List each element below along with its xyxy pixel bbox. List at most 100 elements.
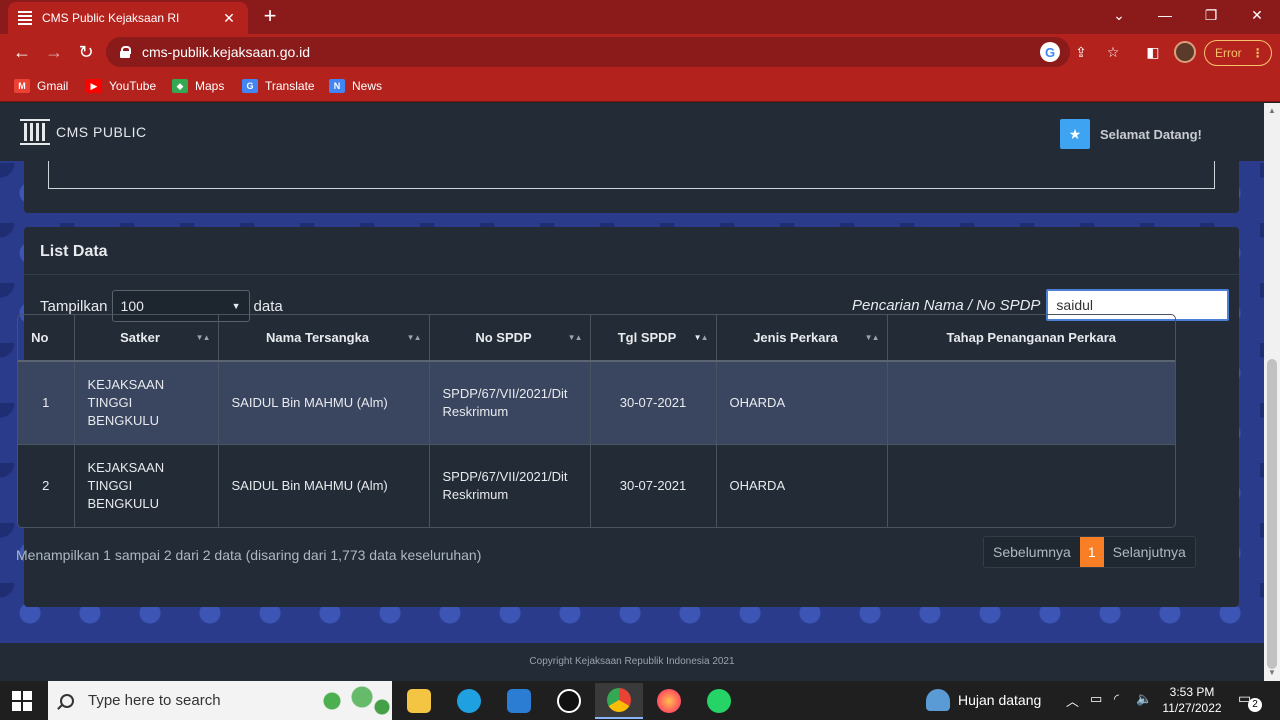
sort-icon: ▼▲: [864, 333, 880, 342]
column-header-satker[interactable]: Satker ▼▲: [74, 315, 219, 362]
notification-count: 2: [1248, 698, 1262, 712]
bookmark-youtube[interactable]: ▶ YouTube: [86, 76, 156, 96]
cell-spdp: SPDP/67/VII/2021/Dit Reskrimum: [429, 444, 591, 527]
windows-start-icon[interactable]: [12, 691, 32, 711]
forward-button[interactable]: →: [42, 40, 66, 64]
tiktok-icon[interactable]: [545, 683, 593, 719]
bookmark-translate[interactable]: G Translate: [242, 76, 315, 96]
firefox-icon[interactable]: [645, 683, 693, 719]
minimize-button[interactable]: —: [1142, 0, 1188, 30]
weather-widget[interactable]: Hujan datang: [926, 689, 1041, 711]
microsoft-store-icon[interactable]: [495, 683, 543, 719]
new-tab-button[interactable]: +: [258, 4, 282, 28]
wifi-icon[interactable]: ◜: [1114, 691, 1119, 707]
welcome-user[interactable]: ★ Selamat Datang!: [1060, 119, 1202, 149]
data-table-wrapper: No Satker ▼▲ Nama Tersangka ▼▲ No SPDP ▼▲ T…: [17, 314, 1176, 528]
scrollbar-thumb[interactable]: [1267, 359, 1277, 669]
previous-page-button[interactable]: Sebelumnya: [984, 537, 1080, 567]
weather-text: Hujan datang: [958, 692, 1042, 708]
error-button[interactable]: Error ⋮: [1204, 40, 1272, 66]
google-lens-icon[interactable]: G: [1040, 42, 1060, 62]
bookmark-label: News: [352, 79, 383, 93]
page-1-button[interactable]: 1: [1079, 537, 1104, 567]
search-icon: [60, 693, 74, 708]
scroll-down-icon[interactable]: ▼: [1264, 665, 1280, 681]
bookmark-label: Translate: [265, 79, 315, 93]
file-explorer-icon[interactable]: [395, 683, 443, 719]
cell-nama: SAIDUL Bin MAHMU (Alm): [218, 444, 430, 527]
cell-satker: KEJAKSAAN TINGGI BENGKULU: [74, 444, 219, 527]
tab-search-icon[interactable]: ⌄: [1096, 0, 1142, 30]
card-title: List Data: [40, 243, 108, 260]
restore-button[interactable]: ❐: [1188, 0, 1234, 30]
page-length-value: 100: [120, 298, 144, 314]
column-header-tgl[interactable]: Tgl SPDP ▼▲: [590, 315, 717, 362]
column-header-no[interactable]: No: [18, 315, 75, 362]
bookmark-label: YouTube: [109, 79, 157, 93]
whatsapp-icon[interactable]: [695, 683, 743, 719]
clock-time: 3:53 PM: [1169, 685, 1215, 699]
taskbar-clock[interactable]: 3:53 PM 11/27/2022: [1160, 684, 1224, 716]
cell-tgl: 30-07-2021: [590, 361, 717, 445]
scroll-up-icon[interactable]: ▲: [1264, 103, 1280, 119]
length-prefix: Tampilkan: [40, 297, 108, 315]
cell-nama: SAIDUL Bin MAHMU (Alm): [218, 361, 430, 445]
length-suffix: data: [253, 297, 283, 315]
sort-icon: ▼▲: [195, 333, 211, 342]
brand-text: CMS PUBLIC: [56, 124, 147, 140]
share-icon[interactable]: ⇪: [1071, 42, 1091, 62]
tab-title: CMS Public Kejaksaan RI: [42, 11, 180, 25]
site-navbar: CMS PUBLIC ★ Selamat Datang!: [0, 103, 1264, 161]
page-scrollbar[interactable]: ▲ ▼: [1264, 103, 1280, 681]
site-brand[interactable]: CMS PUBLIC: [20, 117, 147, 147]
cell-jenis: OHARDA: [716, 361, 888, 445]
table-info: Menampilkan 1 sampai 2 dari 2 data (disa…: [16, 547, 482, 563]
battery-icon[interactable]: ▭: [1090, 691, 1102, 707]
side-panel-icon[interactable]: ◧: [1143, 42, 1163, 62]
column-header-nama[interactable]: Nama Tersangka ▼▲: [218, 315, 430, 362]
edge-icon[interactable]: [445, 683, 493, 719]
close-tab-icon[interactable]: ✕: [220, 10, 238, 27]
cell-jenis: OHARDA: [716, 444, 888, 527]
filter-card: [24, 161, 1239, 213]
news-icon: N: [329, 79, 345, 93]
browser-toolbar: ← → ↻ cms-publik.kejaksaan.go.id G ⇪ ☆ ◧: [0, 34, 1280, 70]
next-page-button[interactable]: Selanjutnya: [1103, 537, 1195, 567]
taskbar-search[interactable]: Type here to search: [48, 681, 392, 720]
bookmark-label: Gmail: [37, 79, 69, 93]
maps-icon: ◆: [172, 79, 188, 93]
column-header-jenis[interactable]: Jenis Perkara ▼▲: [716, 315, 888, 362]
windows-taskbar: Type here to search Hujan datang ︿ ▭ ◜ 🔈…: [0, 681, 1280, 720]
volume-icon[interactable]: 🔈: [1136, 691, 1152, 707]
filter-box: [48, 161, 1215, 189]
bookmark-star-icon[interactable]: ☆: [1103, 42, 1123, 62]
url-text[interactable]: cms-publik.kejaksaan.go.id: [142, 44, 310, 60]
cell-tahap: [887, 361, 1175, 445]
table-row[interactable]: 1 KEJAKSAAN TINGGI BENGKULU SAIDUL Bin M…: [18, 361, 1175, 445]
kejaksaan-logo-icon: [20, 117, 50, 147]
column-header-tahap[interactable]: Tahap Penanganan Perkara: [887, 315, 1175, 362]
bookmark-maps[interactable]: ◆ Maps: [172, 76, 224, 96]
bookmark-gmail[interactable]: M Gmail: [14, 76, 68, 96]
gmail-icon: M: [14, 79, 30, 93]
back-button[interactable]: ←: [10, 40, 34, 64]
profile-avatar[interactable]: [1174, 41, 1196, 63]
site-favicon-icon: [18, 11, 32, 25]
lock-icon[interactable]: [120, 46, 131, 58]
reload-button[interactable]: ↻: [74, 40, 98, 64]
card-header: List Data: [24, 227, 1239, 275]
browser-tab[interactable]: CMS Public Kejaksaan RI ✕: [8, 2, 248, 34]
chrome-icon[interactable]: [595, 683, 643, 719]
address-bar[interactable]: cms-publik.kejaksaan.go.id: [106, 37, 1070, 67]
close-window-button[interactable]: ✕: [1234, 0, 1280, 30]
show-hidden-icons-chevron-icon[interactable]: ︿: [1066, 691, 1079, 710]
cell-no: 1: [18, 361, 75, 445]
taskbar-search-placeholder: Type here to search: [88, 692, 221, 709]
pagination: Sebelumnya 1 Selanjutnya: [983, 536, 1196, 568]
notification-center-icon[interactable]: ▭ 2: [1238, 690, 1262, 712]
bookmark-news[interactable]: N News: [329, 76, 382, 96]
search-highlight-icon: [312, 683, 392, 719]
table-row[interactable]: 2 KEJAKSAAN TINGGI BENGKULU SAIDUL Bin M…: [18, 444, 1175, 527]
welcome-text: Selamat Datang!: [1100, 126, 1202, 142]
column-header-spdp[interactable]: No SPDP ▼▲: [429, 315, 591, 362]
